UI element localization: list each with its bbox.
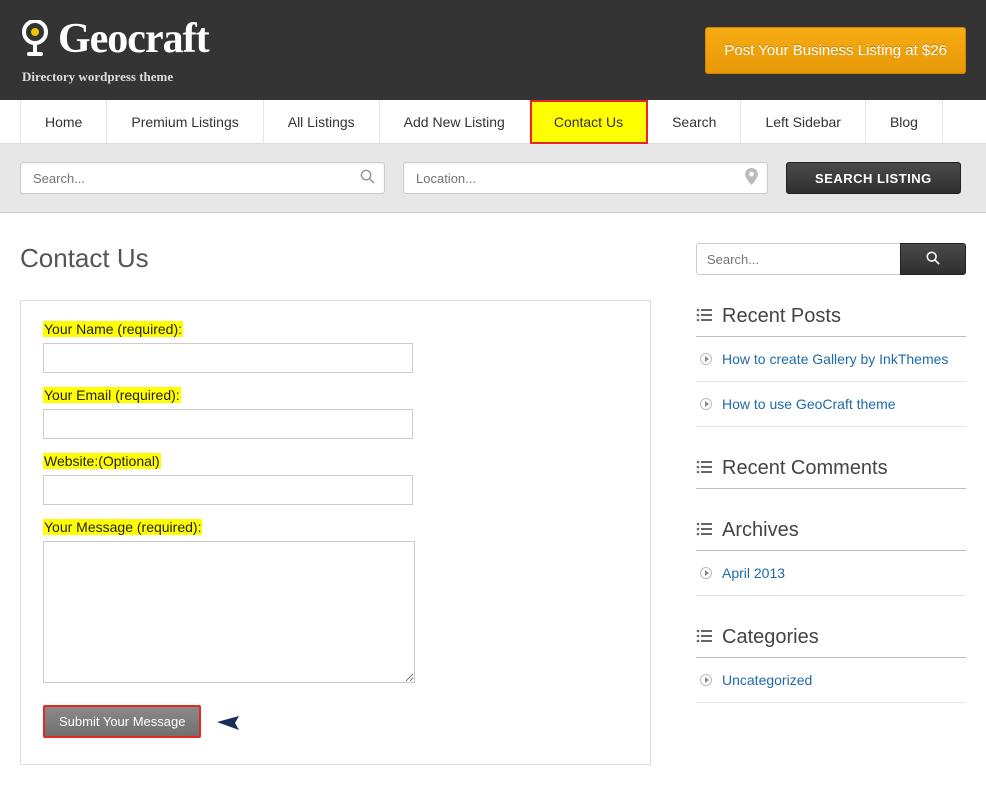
logo[interactable]: Geocraft Directory wordpress theme (20, 15, 209, 85)
widget-title-text: Categories (722, 626, 819, 649)
post-listing-cta-button[interactable]: Post Your Business Listing at $26 (705, 27, 966, 74)
nav-left-sidebar[interactable]: Left Sidebar (741, 100, 866, 144)
list-item: Uncategorized (696, 658, 966, 703)
location-field-wrap (403, 162, 768, 194)
bullet-icon (700, 398, 712, 410)
tagline: Directory wordpress theme (22, 69, 209, 85)
brand-name: Geocraft (58, 15, 209, 63)
name-label: Your Name (required): (43, 321, 183, 337)
category-link[interactable]: Uncategorized (722, 672, 812, 688)
bullet-icon (700, 674, 712, 686)
email-label: Your Email (required): (43, 387, 181, 403)
nav-search[interactable]: Search (648, 100, 741, 144)
nav-contact-us[interactable]: Contact Us (530, 100, 648, 144)
nav-all-listings[interactable]: All Listings (264, 100, 380, 144)
email-field[interactable] (43, 409, 413, 439)
widget-recent-comments: Recent Comments (696, 457, 966, 489)
list-icon (696, 626, 712, 649)
name-field[interactable] (43, 343, 413, 373)
bullet-icon (700, 567, 712, 579)
annotation-arrow-icon (215, 708, 275, 735)
recent-post-link[interactable]: How to create Gallery by InkThemes (722, 351, 948, 367)
header: Geocraft Directory wordpress theme Post … (0, 0, 986, 100)
search-field-wrap (20, 162, 385, 194)
widget-archives: Archives April 2013 (696, 519, 966, 596)
nav-blog[interactable]: Blog (866, 100, 943, 144)
sidebar-search-input[interactable] (696, 243, 900, 275)
nav-premium-listings[interactable]: Premium Listings (107, 100, 263, 144)
location-pin-icon (745, 168, 758, 188)
message-field[interactable] (43, 541, 415, 683)
archive-link[interactable]: April 2013 (722, 565, 785, 581)
message-label: Your Message (required): (43, 519, 202, 535)
sidebar-search-button[interactable] (900, 243, 966, 275)
nav-add-new-listing[interactable]: Add New Listing (380, 100, 530, 144)
widget-categories: Categories Uncategorized (696, 626, 966, 703)
list-item: How to create Gallery by InkThemes (696, 337, 966, 382)
website-field[interactable] (43, 475, 413, 505)
bullet-icon (700, 353, 712, 365)
keyword-search-input[interactable] (20, 162, 385, 194)
nav-home[interactable]: Home (20, 100, 107, 144)
search-icon (926, 251, 940, 268)
widget-recent-posts: Recent Posts How to create Gallery by In… (696, 305, 966, 427)
searchbar: SEARCH LISTING (0, 144, 986, 213)
list-item: April 2013 (696, 551, 966, 596)
main-column: Contact Us Your Name (required): Your Em… (20, 243, 651, 765)
list-icon (696, 519, 712, 542)
list-item: How to use GeoCraft theme (696, 382, 966, 427)
page-container: Contact Us Your Name (required): Your Em… (0, 213, 986, 805)
search-listing-button[interactable]: SEARCH LISTING (786, 162, 961, 194)
website-label: Website:(Optional) (43, 453, 161, 469)
location-search-input[interactable] (403, 162, 768, 194)
search-icon (360, 169, 375, 187)
widget-title-text: Recent Comments (722, 457, 888, 480)
list-icon (696, 305, 712, 328)
sidebar: Recent Posts How to create Gallery by In… (696, 243, 966, 765)
widget-title-text: Recent Posts (722, 305, 841, 328)
submit-message-button[interactable]: Submit Your Message (43, 705, 201, 738)
logo-pin-icon (20, 20, 50, 58)
widget-title-text: Archives (722, 519, 799, 542)
contact-form: Your Name (required): Your Email (requir… (20, 300, 651, 765)
list-icon (696, 457, 712, 480)
sidebar-search (696, 243, 966, 275)
recent-post-link[interactable]: How to use GeoCraft theme (722, 396, 896, 412)
page-title: Contact Us (20, 243, 651, 274)
main-nav: Home Premium Listings All Listings Add N… (0, 100, 986, 144)
